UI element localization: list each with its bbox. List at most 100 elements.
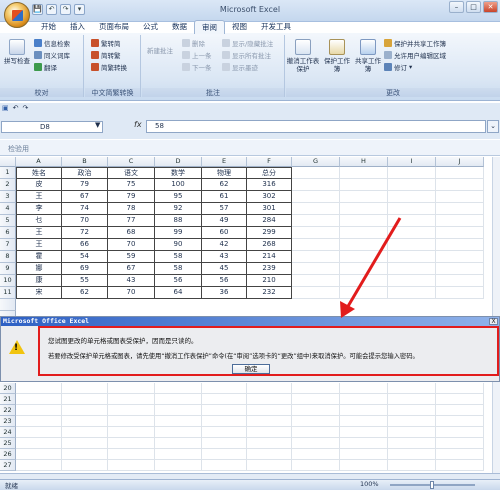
table-cell[interactable] — [292, 275, 340, 287]
dialog-close-button[interactable]: X — [489, 318, 498, 325]
table-cell[interactable] — [340, 167, 388, 179]
table-cell[interactable] — [202, 416, 247, 427]
table-cell[interactable] — [16, 460, 62, 471]
close-button[interactable]: ✕ — [483, 1, 498, 13]
row-header[interactable]: 25 — [0, 438, 16, 449]
table-cell[interactable] — [62, 405, 108, 416]
table-cell[interactable]: 姓名 — [16, 167, 62, 179]
table-cell[interactable] — [436, 191, 484, 203]
table-cell[interactable]: 数学 — [155, 167, 202, 179]
table-cell[interactable]: 301 — [247, 203, 292, 215]
table-cell[interactable]: 70 — [108, 239, 155, 251]
table-cell[interactable] — [247, 449, 292, 460]
office-button[interactable] — [4, 2, 30, 28]
row-header[interactable]: 10 — [0, 275, 16, 287]
previous-comment-button[interactable]: 上一条 — [182, 50, 212, 60]
table-cell[interactable] — [436, 251, 484, 263]
protect-and-share-button[interactable]: 保护并共享工作簿 — [384, 38, 446, 48]
table-cell[interactable]: 王 — [16, 191, 62, 203]
function-icon[interactable]: fx — [134, 120, 142, 129]
column-header[interactable]: J — [436, 157, 484, 167]
table-cell[interactable] — [292, 263, 340, 275]
table-cell[interactable] — [340, 394, 388, 405]
table-cell[interactable]: 57 — [202, 203, 247, 215]
table-cell[interactable] — [388, 275, 436, 287]
table-cell[interactable] — [62, 460, 108, 471]
table-cell[interactable] — [340, 383, 388, 394]
table-cell[interactable]: 62 — [202, 179, 247, 191]
share-workbook-button[interactable]: 共享工作簿 — [354, 39, 382, 73]
table-cell[interactable] — [155, 427, 202, 438]
allow-edit-ranges-button[interactable]: 允许用户编辑区域 — [384, 50, 446, 60]
maximize-button[interactable]: □ — [466, 1, 481, 13]
table-cell[interactable] — [388, 438, 436, 449]
table-cell[interactable] — [155, 438, 202, 449]
table-cell[interactable] — [247, 394, 292, 405]
table-cell[interactable]: 316 — [247, 179, 292, 191]
undo-small-icon[interactable]: ↶ — [13, 104, 19, 112]
delete-comment-button[interactable]: 删除 — [182, 38, 205, 48]
table-cell[interactable] — [202, 438, 247, 449]
table-cell[interactable] — [388, 251, 436, 263]
table-cell[interactable] — [340, 438, 388, 449]
table-cell[interactable] — [292, 191, 340, 203]
table-cell[interactable]: 43 — [202, 251, 247, 263]
table-cell[interactable] — [436, 263, 484, 275]
tab-page-layout[interactable]: 页面布局 — [92, 20, 136, 34]
control-label[interactable]: 检验用 — [8, 144, 29, 154]
table-cell[interactable]: 王 — [16, 227, 62, 239]
show-hide-comment-button[interactable]: 显示/隐藏批注 — [222, 38, 273, 48]
table-cell[interactable] — [202, 460, 247, 471]
column-header[interactable]: F — [247, 157, 292, 167]
table-cell[interactable] — [292, 203, 340, 215]
table-cell[interactable]: 69 — [62, 263, 108, 275]
table-cell[interactable] — [155, 405, 202, 416]
spell-check-button[interactable]: 拼写检查 — [3, 39, 31, 65]
table-cell[interactable] — [388, 460, 436, 471]
table-cell[interactable]: 49 — [202, 215, 247, 227]
table-cell[interactable]: 45 — [202, 263, 247, 275]
column-header[interactable]: E — [202, 157, 247, 167]
table-cell[interactable] — [388, 394, 436, 405]
table-cell[interactable] — [436, 167, 484, 179]
table-cell[interactable] — [292, 227, 340, 239]
table-cell[interactable] — [247, 460, 292, 471]
table-cell[interactable] — [292, 251, 340, 263]
table-cell[interactable] — [388, 203, 436, 215]
column-header[interactable]: B — [62, 157, 108, 167]
table-cell[interactable]: 75 — [108, 179, 155, 191]
table-cell[interactable] — [388, 287, 436, 299]
table-cell[interactable] — [155, 416, 202, 427]
table-cell[interactable] — [436, 179, 484, 191]
table-cell[interactable] — [388, 191, 436, 203]
table-cell[interactable] — [388, 416, 436, 427]
table-cell[interactable] — [292, 438, 340, 449]
table-cell[interactable] — [16, 383, 62, 394]
table-cell[interactable] — [202, 427, 247, 438]
table-cell[interactable]: 60 — [202, 227, 247, 239]
row-header[interactable]: 21 — [0, 394, 16, 405]
table-cell[interactable]: 284 — [247, 215, 292, 227]
column-header[interactable]: H — [340, 157, 388, 167]
tab-developer[interactable]: 开发工具 — [254, 20, 298, 34]
unprotect-sheet-button[interactable]: 撤消工作表保护 — [286, 39, 320, 73]
table-cell[interactable] — [62, 449, 108, 460]
table-cell[interactable]: 70 — [108, 287, 155, 299]
redo-small-icon[interactable]: ↷ — [23, 104, 29, 112]
table-cell[interactable]: 58 — [155, 263, 202, 275]
row-header[interactable]: 26 — [0, 449, 16, 460]
table-cell[interactable] — [16, 416, 62, 427]
table-cell[interactable] — [436, 438, 484, 449]
simp-to-trad-button[interactable]: 简转繁 — [91, 50, 121, 60]
table-cell[interactable] — [16, 394, 62, 405]
table-cell[interactable] — [340, 449, 388, 460]
table-cell[interactable] — [292, 239, 340, 251]
table-cell[interactable] — [108, 460, 155, 471]
minimize-button[interactable]: – — [449, 1, 464, 13]
table-cell[interactable] — [292, 416, 340, 427]
table-cell[interactable] — [247, 383, 292, 394]
table-cell[interactable] — [388, 427, 436, 438]
table-cell[interactable]: 92 — [155, 203, 202, 215]
table-cell[interactable] — [340, 287, 388, 299]
table-cell[interactable] — [292, 405, 340, 416]
